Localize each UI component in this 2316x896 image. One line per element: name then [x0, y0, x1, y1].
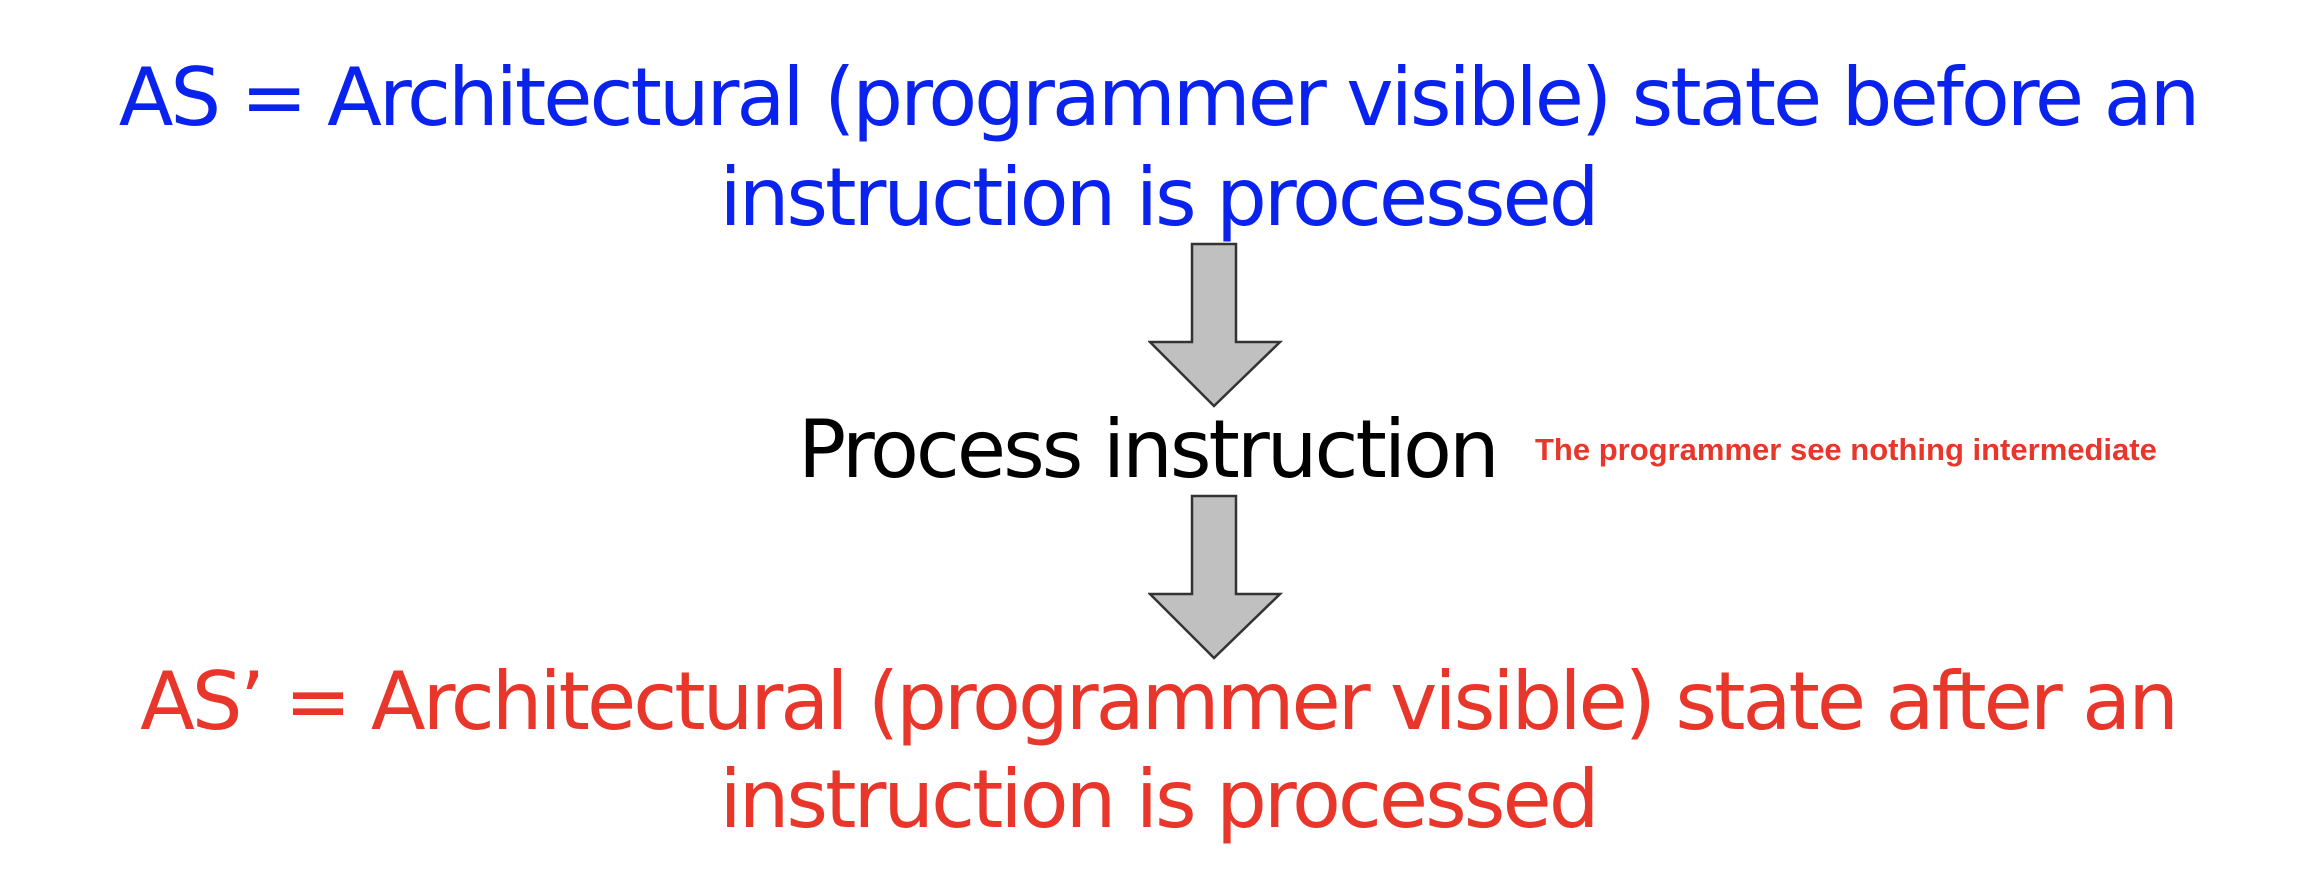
before-state-line-2: instruction is processed [719, 151, 1600, 244]
before-state-line-1: AS = Architectural (programmer visible) … [118, 51, 2201, 144]
intermediate-note: The programmer see nothing intermediate [1535, 432, 2157, 467]
diagram: AS = Architectural (programmer visible) … [0, 0, 2316, 896]
process-label: Process instruction [798, 403, 1500, 496]
down-arrow-icon [1148, 242, 1284, 408]
after-state-line-2: instruction is processed [719, 753, 1600, 846]
down-arrow-icon [1148, 494, 1284, 660]
process-step: Process instruction The programmer see n… [0, 402, 2316, 498]
after-state-line-1: AS’ = Architectural (programmer visible)… [140, 655, 2179, 748]
